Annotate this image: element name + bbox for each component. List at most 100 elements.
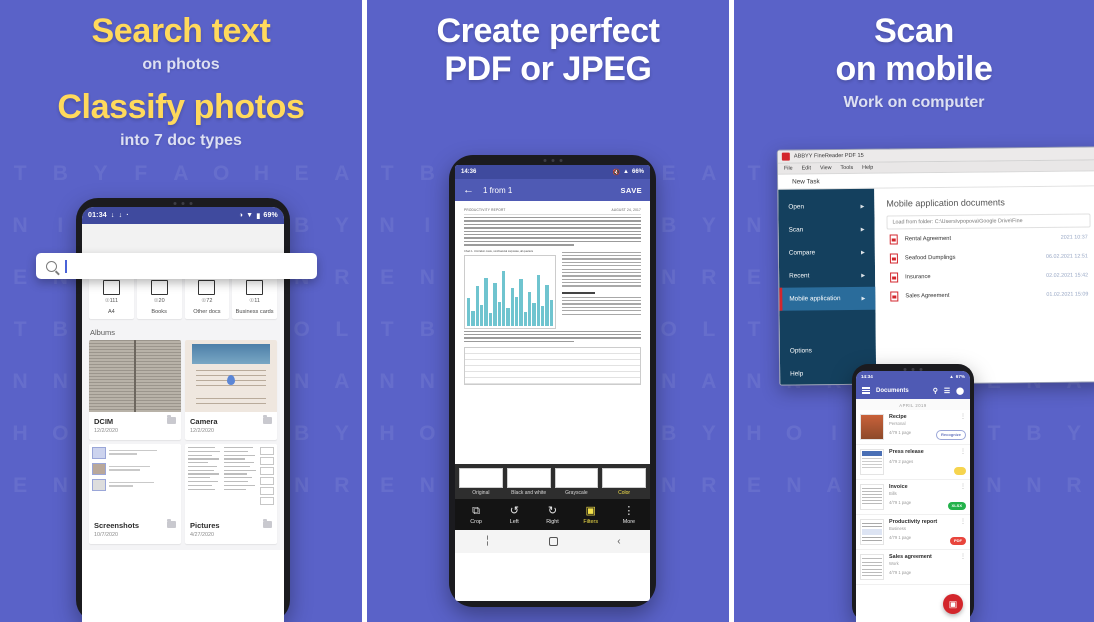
promo-screenshot-stage: TBYFAOHEANIRHNOTBYENAHOINNRTBYENAHOLNNRT… bbox=[0, 0, 1094, 622]
document-list-item[interactable]: Productivity report Business 4/79 1 page ⋮ P… bbox=[856, 515, 970, 550]
right-button[interactable]: ↻ Right bbox=[533, 505, 571, 525]
watermark-letter: A bbox=[173, 162, 189, 185]
sidebar-item-open[interactable]: Open ▶ bbox=[778, 195, 874, 219]
menu-item-edit[interactable]: Edit bbox=[802, 165, 811, 171]
list-icon[interactable]: ☰ bbox=[944, 387, 950, 395]
album-card[interactable]: DCIM 12/2/2020 bbox=[89, 340, 181, 440]
category-card[interactable]: ☉72 Other docs bbox=[184, 273, 230, 319]
status-time: 01:34 bbox=[88, 212, 107, 219]
category-card[interactable]: ☉111 A4 bbox=[89, 273, 134, 319]
more-vertical-icon[interactable]: ⋮ bbox=[960, 554, 966, 560]
filter-option[interactable]: Black and white bbox=[506, 468, 551, 496]
watermark-letter: E bbox=[746, 266, 761, 289]
document-name: Sales agreement bbox=[889, 554, 932, 560]
menu-item-view[interactable]: View bbox=[820, 165, 832, 171]
watermark-letter: R bbox=[1066, 474, 1082, 497]
tag-icon[interactable]: ⬤ bbox=[956, 387, 964, 395]
search-input-floating[interactable] bbox=[36, 253, 317, 279]
menu-item-tools[interactable]: Tools bbox=[841, 165, 854, 171]
category-card[interactable]: ☉20 Books bbox=[136, 273, 182, 319]
watermark-letter: A bbox=[701, 162, 717, 185]
status-badge[interactable] bbox=[953, 466, 966, 475]
document-folder: Personal bbox=[889, 421, 906, 426]
folder-icon bbox=[167, 415, 176, 424]
album-date: 12/2/2020 bbox=[94, 428, 118, 434]
watermark-letter: A bbox=[701, 370, 717, 393]
watermark-letter: B bbox=[52, 318, 68, 341]
back-nav-icon[interactable]: ‹ bbox=[617, 536, 620, 547]
text-doc-icon bbox=[198, 280, 216, 295]
document-list-item[interactable]: Invoice Bills 4/79 1 page ⋮ XLSX bbox=[856, 480, 970, 515]
more-vertical-icon[interactable]: ⋮ bbox=[960, 414, 966, 420]
editor-title: 1 from 1 bbox=[483, 185, 513, 195]
sidebar-item-options[interactable]: Options bbox=[780, 339, 876, 363]
album-thumbnail bbox=[185, 444, 277, 516]
pdf-file-icon bbox=[889, 252, 898, 264]
more-vertical-icon[interactable]: ⋮ bbox=[960, 449, 966, 455]
watermark-letter: Y bbox=[701, 214, 716, 237]
document-row[interactable]: Insurance 02.02.2021 15:42 bbox=[887, 265, 1091, 286]
document-thumbnail bbox=[860, 414, 884, 440]
chart-bar bbox=[549, 299, 554, 326]
watermark-letter: A bbox=[334, 162, 350, 185]
panel2-headline-block: Create perfect PDF or JPEG bbox=[367, 0, 729, 88]
category-card[interactable]: ☉11 Business cards bbox=[232, 273, 277, 319]
more-vertical-icon[interactable]: ⋮ bbox=[960, 519, 966, 525]
search-icon-3[interactable]: ⚲ bbox=[933, 387, 938, 395]
status-badge[interactable]: Recognize bbox=[935, 429, 966, 440]
back-arrow-icon[interactable]: ← bbox=[463, 184, 474, 196]
document-list-item[interactable]: Recipe Personal 4/79 1 page ⋮ Recognize bbox=[856, 410, 970, 445]
watermark-letter: O bbox=[52, 422, 69, 445]
document-row[interactable]: Rental Agreement 2021 10:37 bbox=[887, 227, 1091, 248]
document-row[interactable]: Sales Agreement 01.02.2021 15:09 bbox=[887, 284, 1091, 305]
card-icon bbox=[246, 280, 264, 295]
signal-icon-3: ▲ bbox=[949, 374, 954, 379]
status-badge[interactable]: PDF bbox=[950, 536, 966, 545]
filter-option[interactable]: Original bbox=[459, 468, 503, 496]
status-badge[interactable]: XLSX bbox=[947, 501, 966, 510]
document-row[interactable]: Seafood Dumplings 06.02.2021 12:51 bbox=[887, 246, 1091, 267]
filters-button[interactable]: ▣ Filters bbox=[572, 505, 610, 525]
menu-item-help[interactable]: Help bbox=[862, 165, 873, 171]
promo-panel-create-pdf: TBYFAOHEANIRHNOTBYENAHOINNRTBYENAHOLNNRT… bbox=[367, 0, 729, 622]
signal-icon: ▲ bbox=[623, 169, 629, 175]
documents-title: Documents bbox=[876, 387, 909, 394]
filter-option[interactable]: Color bbox=[602, 468, 646, 496]
home-icon[interactable] bbox=[549, 537, 559, 546]
crop-button[interactable]: ⧉ Crop bbox=[457, 505, 495, 525]
tool-label: Left bbox=[509, 519, 519, 525]
chart-bar bbox=[480, 305, 484, 326]
sidebar-item-recent[interactable]: Recent ▶ bbox=[779, 264, 875, 288]
left-button[interactable]: ↺ Left bbox=[495, 505, 533, 525]
watermark-letter: N bbox=[1026, 474, 1042, 497]
album-card[interactable]: Pictures 4/27/2020 bbox=[185, 444, 277, 544]
more-vertical-icon[interactable]: ⋮ bbox=[960, 484, 966, 490]
status-time-3: 14:34 bbox=[861, 374, 873, 379]
scan-document-fab[interactable]: ▣ bbox=[943, 594, 963, 614]
phone3-screen: 14:34 ▲ 67% Documents ⚲ ☰ ⬤ APRIL 2019 R… bbox=[856, 371, 970, 622]
watermark-letter: T bbox=[13, 162, 27, 185]
folder-icon bbox=[167, 519, 176, 528]
watermark-letter: L bbox=[702, 318, 716, 341]
doc-header-left: PRODUCTIVITY REPORT bbox=[464, 208, 506, 212]
menu-icon[interactable] bbox=[862, 387, 870, 394]
watermark-letter: N bbox=[786, 474, 802, 497]
sidebar-item-mobile-application[interactable]: Mobile application ▶ bbox=[779, 286, 876, 311]
sidebar-item-label: Recent bbox=[789, 272, 810, 280]
filter-thumbnail bbox=[602, 468, 646, 488]
more-button[interactable]: ⋮ More bbox=[610, 505, 648, 525]
menu-item-file[interactable]: File bbox=[784, 166, 793, 172]
document-list-item[interactable]: Sales agreement Work 4/79 1 page ⋮ bbox=[856, 550, 970, 585]
sidebar-item-scan[interactable]: Scan ▶ bbox=[778, 218, 874, 242]
chart-bar bbox=[541, 306, 545, 326]
album-card[interactable]: Screenshots 10/7/2020 bbox=[89, 444, 181, 544]
documents-list: Recipe Personal 4/79 1 page ⋮ Recognize Press… bbox=[856, 410, 970, 585]
filter-option[interactable]: Grayscale bbox=[554, 468, 599, 496]
save-button[interactable]: SAVE bbox=[621, 186, 642, 195]
document-list-item[interactable]: Press release 4/79 2 pages ⋮ bbox=[856, 445, 970, 480]
app-logo-icon bbox=[781, 152, 790, 161]
sidebar-item-compare[interactable]: Compare ▶ bbox=[779, 241, 875, 265]
recents-icon[interactable]: ╎ bbox=[484, 536, 490, 547]
album-card[interactable]: Camera 12/2/2020 bbox=[185, 340, 277, 440]
tool-label: Crop bbox=[470, 519, 482, 525]
